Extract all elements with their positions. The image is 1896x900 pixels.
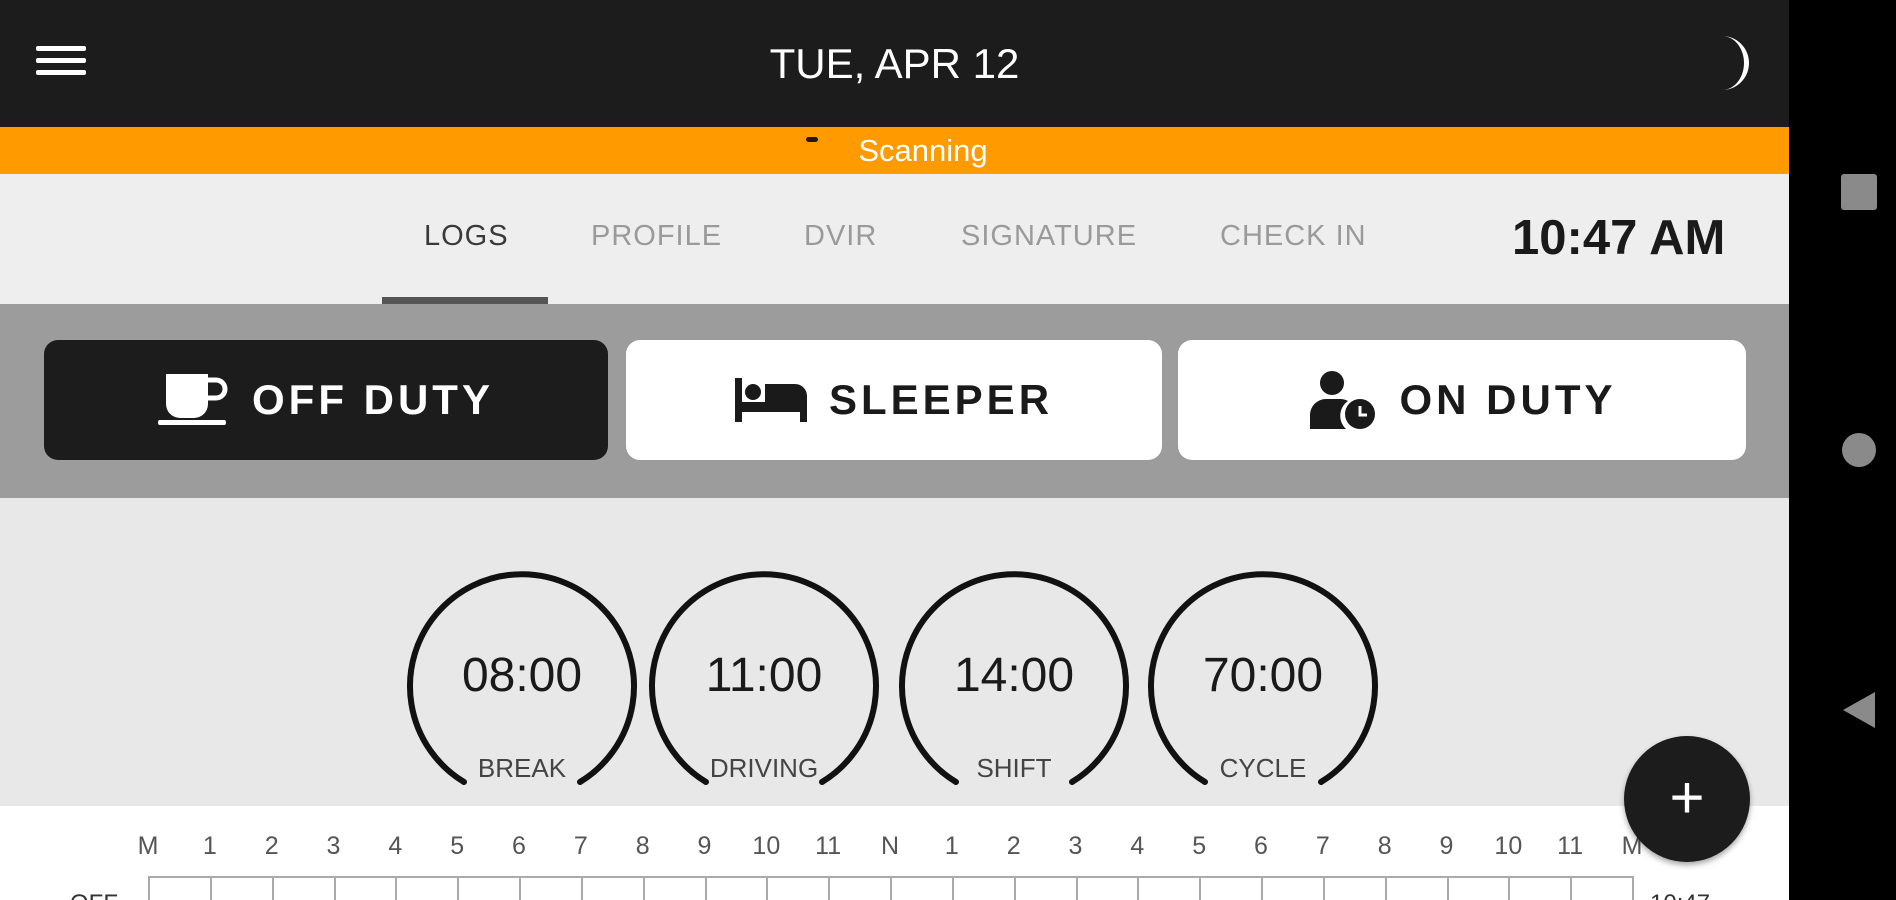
hour-label: 8 xyxy=(635,832,650,860)
hour-label: 11 xyxy=(815,832,842,860)
break-label: BREAK xyxy=(477,753,567,783)
grid-line xyxy=(766,878,769,900)
hour-label: 5 xyxy=(1192,832,1207,860)
android-nav-bar xyxy=(1789,0,1896,900)
add-fab-button[interactable]: + xyxy=(1624,736,1750,862)
grid-line xyxy=(1199,878,1202,900)
hour-label: 1 xyxy=(202,832,217,860)
grid-line xyxy=(1570,878,1573,900)
grid-line xyxy=(642,878,645,900)
active-tab-indicator xyxy=(382,297,548,304)
shift-label: SHIFT xyxy=(976,753,1052,783)
driving-label: DRIVING xyxy=(709,753,819,783)
hour-label: 7 xyxy=(1315,832,1330,860)
sleeper-button[interactable]: SLEEPER xyxy=(626,340,1162,460)
hour-label: 3 xyxy=(1068,832,1083,860)
tab-check-in[interactable]: CHECK IN xyxy=(1220,220,1367,253)
on-duty-button[interactable]: ON DUTY xyxy=(1178,340,1746,460)
log-graph: M1234567891011N1234567891011M OFF 10:47 xyxy=(0,806,1789,900)
shift-value: 14:00 xyxy=(953,649,1075,702)
hour-label: 5 xyxy=(450,832,465,860)
grid-line xyxy=(1322,878,1325,900)
log-end-time: 10:47 xyxy=(1650,890,1710,900)
hour-label: 4 xyxy=(1130,832,1145,860)
duty-status-row: OFF DUTY SLEEPER ON DUTY xyxy=(0,304,1789,498)
coffee-cup-icon xyxy=(158,372,230,428)
off-duty-label: OFF DUTY xyxy=(252,376,494,423)
hour-label: 6 xyxy=(1254,832,1268,860)
recents-square-icon[interactable] xyxy=(1841,174,1877,215)
top-app-bar: TUE, APR 12 xyxy=(0,0,1789,127)
hour-label: 9 xyxy=(697,832,712,860)
grid-line xyxy=(580,878,583,900)
tab-dvir[interactable]: DVIR xyxy=(804,220,877,253)
hour-label: N xyxy=(880,832,900,860)
cycle-gauge: 70:00 CYCLE xyxy=(1147,556,1379,788)
tab-bar: LOGS PROFILE DVIR SIGNATURE CHECK IN 10:… xyxy=(0,174,1789,304)
scanning-text: Scanning xyxy=(858,133,988,168)
tab-logs[interactable]: LOGS xyxy=(424,220,509,253)
scanning-banner: Scanning xyxy=(0,127,1789,174)
home-circle-icon[interactable] xyxy=(1841,432,1877,473)
grid-line xyxy=(1261,878,1263,900)
hour-label: 1 xyxy=(944,832,959,860)
tab-signature[interactable]: SIGNATURE xyxy=(961,220,1137,253)
back-triangle-icon[interactable] xyxy=(1841,690,1877,735)
grid-line xyxy=(1384,878,1387,900)
break-gauge: 08:00 BREAK xyxy=(406,556,638,788)
hour-label: 3 xyxy=(326,832,341,860)
on-duty-label: ON DUTY xyxy=(1399,376,1617,423)
driving-value: 11:00 xyxy=(705,649,823,702)
grid-line xyxy=(333,878,336,900)
hour-label: 7 xyxy=(573,832,588,860)
app-screen: TUE, APR 12 Scanning LOGS PROFILE DVIR S… xyxy=(0,0,1789,900)
shift-gauge: 14:00 SHIFT xyxy=(898,556,1130,788)
hour-label: 10 xyxy=(1494,832,1523,860)
hour-label: 2 xyxy=(1006,832,1021,860)
hour-label: 4 xyxy=(388,832,403,860)
grid-line xyxy=(1075,878,1078,900)
hour-label: 10 xyxy=(752,832,781,860)
grid-line xyxy=(1137,878,1140,900)
night-mode-moon-icon[interactable] xyxy=(1692,32,1750,94)
grid-line xyxy=(209,878,212,900)
break-value: 08:00 xyxy=(461,649,583,702)
grid-line xyxy=(704,878,707,900)
sleeper-label: SLEEPER xyxy=(828,376,1054,423)
grid-line xyxy=(519,878,521,900)
date-title: TUE, APR 12 xyxy=(769,40,1020,87)
grid-line xyxy=(890,878,892,900)
hour-label: M xyxy=(137,832,159,860)
grid-line xyxy=(271,878,274,900)
cycle-value: 70:00 xyxy=(1202,649,1324,702)
grid-line xyxy=(1446,878,1449,900)
log-hour-labels: M 1 2 3 4 5 6 7 8 9 10 11 N 1 2 3 4 5 6 7 8 9 10 11 M xyxy=(0,832,1789,862)
off-row-label: OFF xyxy=(70,890,118,900)
grid-line xyxy=(828,878,831,900)
hour-label: 9 xyxy=(1439,832,1454,860)
tab-profile[interactable]: PROFILE xyxy=(591,220,722,253)
grid-line xyxy=(951,878,954,900)
hour-label: 2 xyxy=(264,832,279,860)
log-grid xyxy=(148,876,1634,900)
hour-label: 11 xyxy=(1557,832,1584,860)
driving-gauge: 11:00 DRIVING xyxy=(648,556,880,788)
grid-line xyxy=(1013,878,1016,900)
bed-icon xyxy=(734,376,807,424)
hour-label: 6 xyxy=(512,832,526,860)
hours-gauges: 08:00 BREAK 11:00 DRIVING 14:00 SHIFT 70… xyxy=(0,498,1789,806)
grid-line xyxy=(1632,878,1634,900)
grid-line xyxy=(457,878,460,900)
grid-line xyxy=(395,878,398,900)
person-clock-icon xyxy=(1308,369,1378,431)
current-time: 10:47 AM xyxy=(1512,211,1726,265)
cycle-label: CYCLE xyxy=(1219,753,1307,783)
off-duty-button[interactable]: OFF DUTY xyxy=(44,340,608,460)
grid-line xyxy=(1508,878,1511,900)
hour-label: 8 xyxy=(1377,832,1392,860)
